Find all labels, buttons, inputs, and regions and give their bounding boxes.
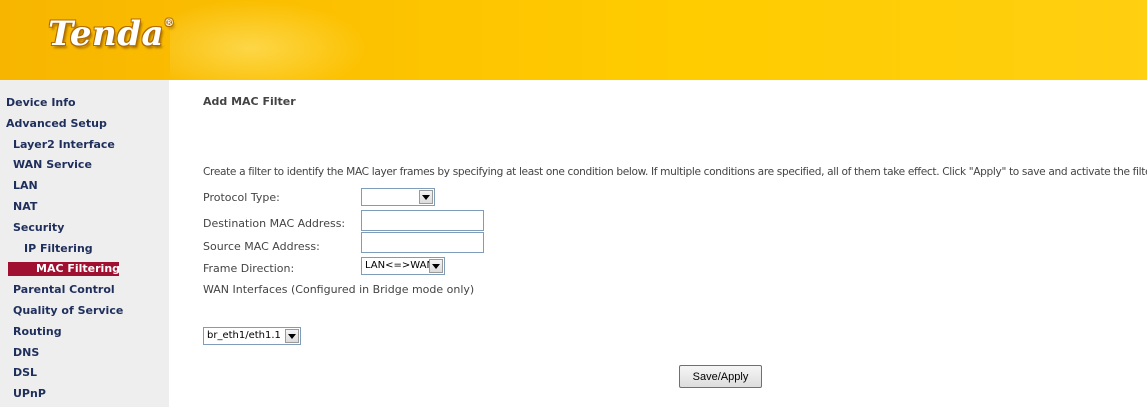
sidebar-item-device-info[interactable]: Device Info [0,93,169,114]
sidebar-item-ip-filtering[interactable]: IP Filtering [0,239,169,260]
sidebar-item-label: NAT [13,199,38,213]
frame-direction-label: Frame Direction: [203,262,295,275]
page-title: Add MAC Filter [203,95,296,108]
wan-interface-select[interactable]: br_eth1/eth1.1 [203,327,301,345]
sidebar-item-label: Quality of Service [13,303,124,317]
sidebar-item-lan[interactable]: LAN [0,176,169,197]
sidebar-item-label: Security [13,220,65,234]
chevron-down-icon [429,259,443,273]
header-banner: Tenda® [0,0,1147,80]
sidebar-item-mac-filtering[interactable]: MAC Filtering [0,259,169,280]
sidebar-item-label: Device Info [6,96,76,109]
sidebar-item-routing[interactable]: Routing [0,322,169,343]
sidebar-item-label: Parental Control [13,283,115,297]
destination-mac-input[interactable] [361,210,484,231]
save-apply-button[interactable]: Save/Apply [679,365,762,388]
sidebar-item-label: Routing [13,324,62,338]
protocol-type-label: Protocol Type: [203,191,280,204]
source-mac-input[interactable] [361,232,484,253]
wan-interfaces-label: WAN Interfaces (Configured in Bridge mod… [203,283,475,296]
sidebar-item-label: MAC Filtering [8,262,120,277]
chevron-down-icon [419,190,433,204]
sidebar-item-label: Advanced Setup [6,116,107,130]
sidebar-item-dns[interactable]: DNS [0,343,169,364]
sidebar-item-upnp[interactable]: UPnP [0,384,169,405]
sidebar-item-parental-control[interactable]: Parental Control [0,280,169,301]
chevron-down-icon [285,329,299,343]
main-content: Add MAC Filter Create a filter to identi… [203,80,1147,407]
sidebar-item-dsl[interactable]: DSL [0,363,169,384]
sidebar-nav: Device Info Advanced Setup Layer2 Interfac… [0,80,169,407]
page-description: Create a filter to identify the MAC laye… [203,166,1147,178]
sidebar-item-label: IP Filtering [24,241,93,255]
sidebar-item-label: DNS [13,345,40,359]
sidebar-item-nat[interactable]: NAT [0,197,169,218]
header-decoration [170,0,370,80]
protocol-type-select[interactable] [361,188,435,206]
sidebar-item-label: LAN [13,179,38,193]
frame-direction-select[interactable]: LAN<=>WAN [361,257,445,275]
source-mac-label: Source MAC Address: [203,240,320,253]
sidebar-item-label: WAN Service [13,158,92,172]
destination-mac-label: Destination MAC Address: [203,217,346,230]
sidebar-item-label: Layer2 Interface [13,137,115,151]
sidebar-item-security[interactable]: Security [0,218,169,239]
sidebar-item-label: DSL [13,366,38,380]
sidebar-item-label: UPnP [13,387,46,401]
sidebar-item-wan-service[interactable]: WAN Service [0,155,169,176]
tenda-logo: Tenda® [48,14,175,54]
sidebar-item-quality-of-service[interactable]: Quality of Service [0,301,169,322]
sidebar-item-advanced-setup[interactable]: Advanced Setup [0,114,169,135]
sidebar-item-layer2-interface[interactable]: Layer2 Interface [0,135,169,156]
